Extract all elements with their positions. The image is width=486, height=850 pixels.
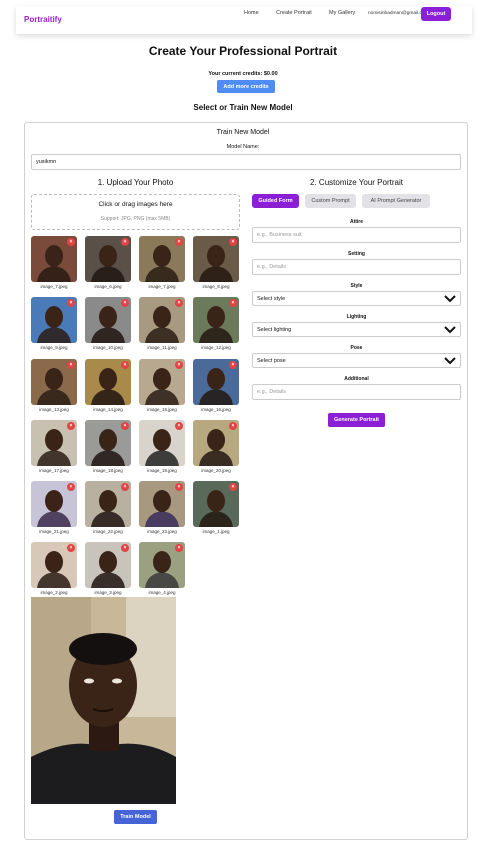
- remove-image-icon[interactable]: ×: [121, 299, 129, 307]
- remove-image-icon[interactable]: ×: [67, 544, 75, 552]
- remove-image-icon[interactable]: ×: [67, 299, 75, 307]
- image-filename: image_4.jpeg: [148, 590, 176, 595]
- image-filename: image_14.jpeg: [93, 407, 123, 412]
- train-model-button[interactable]: Train Model: [114, 810, 157, 824]
- attire-input[interactable]: [252, 227, 461, 243]
- model-name-label: Model Name:: [226, 144, 260, 150]
- remove-image-icon[interactable]: ×: [67, 483, 75, 491]
- train-model-title: Train New Model: [216, 129, 270, 136]
- image-filename: image_1.jpeg: [202, 529, 230, 534]
- remove-image-icon[interactable]: ×: [121, 422, 129, 430]
- generate-portrait-button[interactable]: Generate Portrait: [328, 413, 385, 427]
- image-filename: image_23.jpeg: [147, 529, 177, 534]
- remove-image-icon[interactable]: ×: [67, 361, 75, 369]
- image-filename: image_8.jpeg: [202, 284, 230, 289]
- nav-home[interactable]: Home: [244, 10, 259, 16]
- image-filename: image_19.jpeg: [147, 468, 177, 473]
- lighting-label: Lighting: [346, 314, 367, 320]
- remove-image-icon[interactable]: ×: [229, 422, 237, 430]
- dropzone-hint: Support: JPG, PNG (max 5MB): [100, 216, 171, 222]
- remove-image-icon[interactable]: ×: [67, 238, 75, 246]
- image-filename: image_10.jpeg: [93, 345, 123, 350]
- tab-ai-prompt-generator[interactable]: AI Prompt Generator: [362, 194, 430, 208]
- lighting-select-value: Select lighting: [257, 326, 292, 333]
- image-filename: image_18.jpeg: [93, 468, 123, 473]
- tab-custom-prompt[interactable]: Custom Prompt: [305, 194, 356, 208]
- user-email: nomisinbadman@gmail.com: [368, 10, 429, 16]
- portrait-photo: [31, 597, 176, 804]
- tab-guided-form[interactable]: Guided Form: [252, 194, 299, 208]
- model-name-input[interactable]: [31, 154, 461, 170]
- image-filename: image_13.jpeg: [39, 407, 69, 412]
- setting-label: Setting: [348, 251, 365, 257]
- pose-label: Pose: [350, 345, 363, 351]
- style-select[interactable]: Select style: [252, 291, 461, 306]
- page-title: Create Your Professional Portrait: [148, 44, 338, 58]
- pose-select[interactable]: Select pose: [252, 353, 461, 368]
- remove-image-icon[interactable]: ×: [67, 422, 75, 430]
- section-title: Select or Train New Model: [193, 103, 293, 112]
- image-filename: image_20.jpeg: [201, 468, 231, 473]
- image-filename: image_6.jpeg: [94, 284, 122, 289]
- nav-create-portrait[interactable]: Create Portrait: [276, 10, 312, 16]
- image-filename: image_3.jpeg: [94, 590, 122, 595]
- image-filename: image_12.jpeg: [201, 345, 231, 350]
- upload-heading: 1. Upload Your Photo: [97, 178, 174, 187]
- logout-button[interactable]: Logout: [421, 7, 451, 21]
- customize-heading: 2. Customize Your Portrait: [310, 178, 403, 187]
- nav-my-gallery[interactable]: My Gallery: [329, 10, 355, 16]
- remove-image-icon[interactable]: ×: [121, 361, 129, 369]
- pose-select-value: Select pose: [257, 357, 286, 364]
- additional-label: Additional: [344, 376, 369, 382]
- style-label: Style: [350, 283, 363, 289]
- image-filename: image_9.jpeg: [40, 345, 68, 350]
- remove-image-icon[interactable]: ×: [175, 299, 183, 307]
- remove-image-icon[interactable]: ×: [121, 483, 129, 491]
- remove-image-icon[interactable]: ×: [229, 238, 237, 246]
- image-filename: image_17.jpeg: [39, 468, 69, 473]
- image-filename: image_15.jpeg: [147, 407, 177, 412]
- chevron-down-icon: [444, 357, 456, 365]
- add-credits-button[interactable]: Add more credits: [217, 80, 275, 93]
- image-filename: image_7.jpeg: [148, 284, 176, 289]
- image-filename: image_16.jpeg: [201, 407, 231, 412]
- remove-image-icon[interactable]: ×: [175, 422, 183, 430]
- remove-image-icon[interactable]: ×: [121, 238, 129, 246]
- selected-image-preview: [31, 597, 176, 804]
- remove-image-icon[interactable]: ×: [175, 361, 183, 369]
- credits-text: Your current credits: $0.00: [208, 71, 278, 77]
- brand-logo[interactable]: Portraitify: [24, 15, 62, 24]
- remove-image-icon[interactable]: ×: [229, 361, 237, 369]
- remove-image-icon[interactable]: ×: [229, 483, 237, 491]
- setting-input[interactable]: [252, 259, 461, 275]
- remove-image-icon[interactable]: ×: [229, 299, 237, 307]
- image-filename: image_21.jpeg: [39, 529, 69, 534]
- style-select-value: Select style: [257, 295, 286, 302]
- image-dropzone[interactable]: [31, 194, 240, 230]
- image-filename: image_7.jpeg: [40, 284, 68, 289]
- lighting-select[interactable]: Select lighting: [252, 322, 461, 337]
- image-filename: image_22.jpeg: [93, 529, 123, 534]
- chevron-down-icon: [444, 326, 456, 334]
- additional-input[interactable]: [252, 384, 461, 400]
- image-filename: image_2.jpeg: [40, 590, 68, 595]
- remove-image-icon[interactable]: ×: [175, 238, 183, 246]
- dropzone-text: Click or drag images here: [98, 201, 173, 208]
- remove-image-icon[interactable]: ×: [175, 544, 183, 552]
- attire-label: Attire: [349, 219, 364, 225]
- chevron-down-icon: [444, 295, 456, 303]
- remove-image-icon[interactable]: ×: [175, 483, 183, 491]
- image-filename: image_11.jpeg: [147, 345, 177, 350]
- remove-image-icon[interactable]: ×: [121, 544, 129, 552]
